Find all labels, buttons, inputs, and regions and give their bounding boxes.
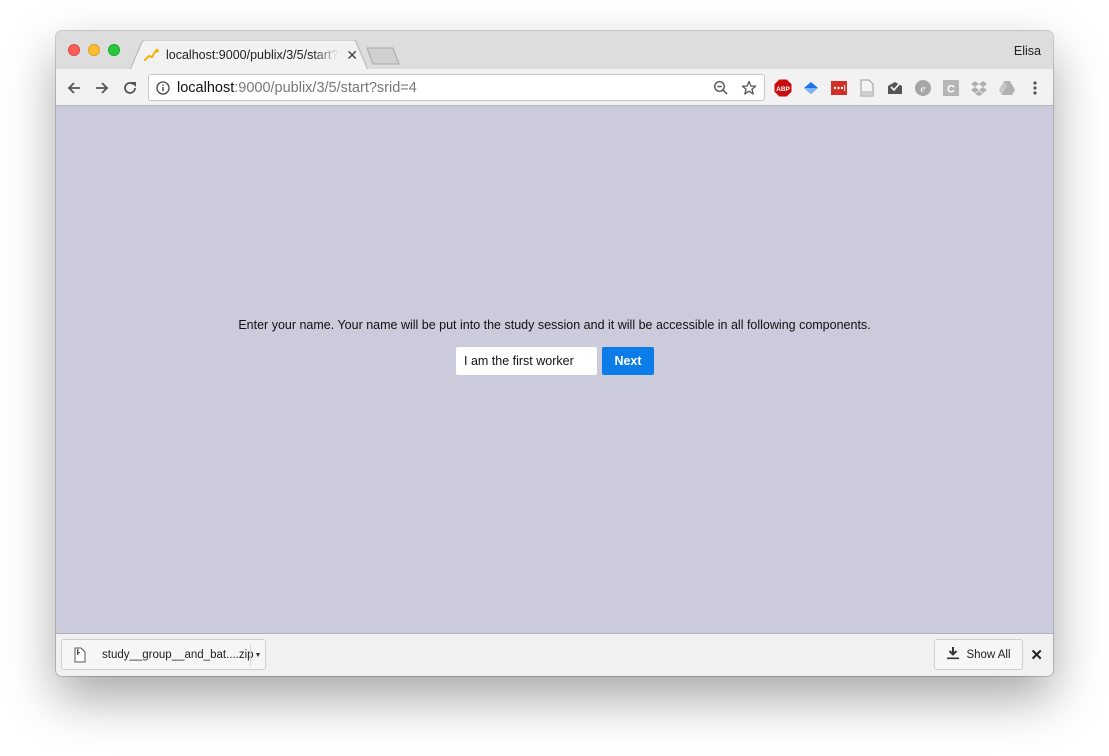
name-form: Next [456, 347, 654, 375]
document-extension-icon[interactable] [857, 78, 877, 98]
download-shelf: study__group__and_bat....zip ▼ Show All … [56, 633, 1053, 676]
browser-window: localhost:9000/publix/3/5/start?srid=4 ✕… [56, 31, 1053, 676]
svg-text:ABP: ABP [776, 86, 790, 93]
download-options-caret-icon[interactable]: ▼ [250, 644, 265, 666]
lastpass-icon[interactable] [829, 78, 849, 98]
tab-close-icon[interactable]: ✕ [345, 47, 359, 64]
browser-toolbar: localhost:9000/publix/3/5/start?srid=4 A… [56, 69, 1053, 106]
address-bar[interactable]: localhost:9000/publix/3/5/start?srid=4 [148, 74, 765, 101]
next-button[interactable]: Next [602, 347, 654, 375]
jatos-runner-icon [144, 47, 160, 63]
svg-text:C: C [947, 84, 955, 96]
name-prompt-text: Enter your name. Your name will be put i… [238, 318, 871, 332]
dropbox-icon[interactable] [969, 78, 989, 98]
tab-strip: localhost:9000/publix/3/5/start?srid=4 ✕… [56, 31, 1053, 70]
svg-text:e: e [921, 83, 926, 95]
chrome-menu-icon[interactable] [1025, 78, 1045, 98]
show-all-label: Show All [966, 648, 1011, 661]
reload-icon[interactable] [119, 77, 141, 99]
download-item[interactable]: study__group__and_bat....zip ▼ [61, 639, 266, 670]
url-text[interactable]: localhost:9000/publix/3/5/start?srid=4 [177, 80, 417, 96]
name-input[interactable] [456, 347, 597, 375]
bookmark-star-icon[interactable] [740, 79, 758, 97]
url-path: :9000/publix/3/5/start?srid=4 [234, 79, 417, 96]
close-download-shelf-icon[interactable]: ✕ [1030, 646, 1043, 664]
window-close-button[interactable] [68, 44, 80, 56]
tab-title: localhost:9000/publix/3/5/start?srid=4 [166, 48, 339, 62]
window-minimize-button[interactable] [88, 44, 100, 56]
download-file-name: study__group__and_bat....zip [102, 648, 254, 661]
blue-diamond-extension-icon[interactable] [801, 78, 821, 98]
file-icon [72, 647, 88, 663]
active-tab[interactable]: localhost:9000/publix/3/5/start?srid=4 ✕ [144, 45, 359, 65]
evernote-e-icon[interactable]: e [913, 78, 933, 98]
page-content: Enter your name. Your name will be put i… [56, 106, 1053, 633]
show-all-downloads-button[interactable]: Show All [934, 639, 1023, 670]
forward-arrow-icon[interactable] [91, 77, 113, 99]
download-icon [946, 646, 960, 663]
c-extension-icon[interactable]: C [941, 78, 961, 98]
mail-checker-icon[interactable] [885, 78, 905, 98]
window-maximize-button[interactable] [108, 44, 120, 56]
back-arrow-icon[interactable] [63, 77, 85, 99]
adblock-plus-icon[interactable]: ABP [773, 78, 793, 98]
url-host: localhost [177, 79, 235, 96]
google-drive-icon[interactable] [997, 78, 1017, 98]
new-tab-button[interactable] [365, 47, 401, 65]
zoom-out-icon[interactable] [712, 79, 730, 97]
profile-name[interactable]: Elisa [1014, 44, 1041, 58]
site-info-icon[interactable] [155, 80, 171, 96]
